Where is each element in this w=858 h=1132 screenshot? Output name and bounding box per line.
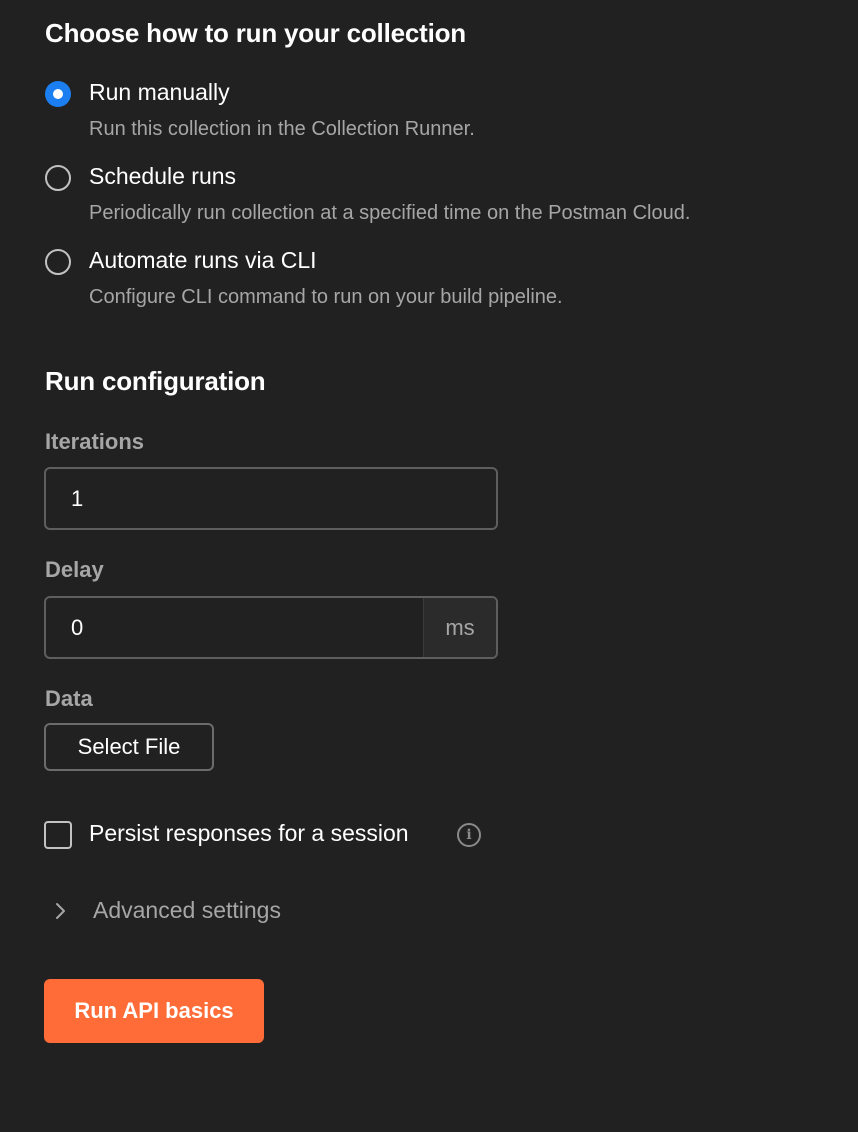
- persist-responses-checkbox[interactable]: [44, 821, 72, 849]
- option-desc-run-manually: Run this collection in the Collection Ru…: [89, 118, 475, 140]
- data-label: Data: [45, 686, 93, 711]
- iterations-value: 1: [71, 486, 84, 511]
- advanced-settings-label: Advanced settings: [93, 897, 281, 923]
- iterations-label: Iterations: [45, 429, 145, 454]
- run-collection-button[interactable]: Run API basics: [44, 979, 264, 1043]
- iterations-input[interactable]: 1: [44, 467, 498, 530]
- info-icon[interactable]: i: [457, 823, 481, 847]
- radio-schedule-runs[interactable]: [45, 165, 71, 191]
- run-config-title: Run configuration: [45, 366, 266, 396]
- select-file-button[interactable]: Select File: [44, 723, 214, 771]
- delay-unit: ms: [423, 598, 496, 657]
- radio-automate-cli[interactable]: [45, 249, 71, 275]
- chevron-right-icon: [56, 903, 65, 919]
- delay-input[interactable]: 0 ms: [44, 596, 498, 659]
- run-mode-title: Choose how to run your collection: [45, 18, 466, 48]
- advanced-settings-toggle[interactable]: Advanced settings: [44, 893, 314, 929]
- delay-label: Delay: [45, 557, 104, 582]
- option-label-schedule-runs[interactable]: Schedule runs: [89, 163, 236, 190]
- option-desc-schedule-runs: Periodically run collection at a specifi…: [89, 202, 691, 224]
- delay-value: 0: [71, 615, 84, 640]
- option-desc-automate-cli: Configure CLI command to run on your bui…: [89, 286, 563, 308]
- radio-run-manually[interactable]: [45, 81, 71, 107]
- persist-responses-label[interactable]: Persist responses for a session: [89, 820, 409, 847]
- option-label-automate-cli[interactable]: Automate runs via CLI: [89, 247, 317, 274]
- option-label-run-manually[interactable]: Run manually: [89, 79, 230, 106]
